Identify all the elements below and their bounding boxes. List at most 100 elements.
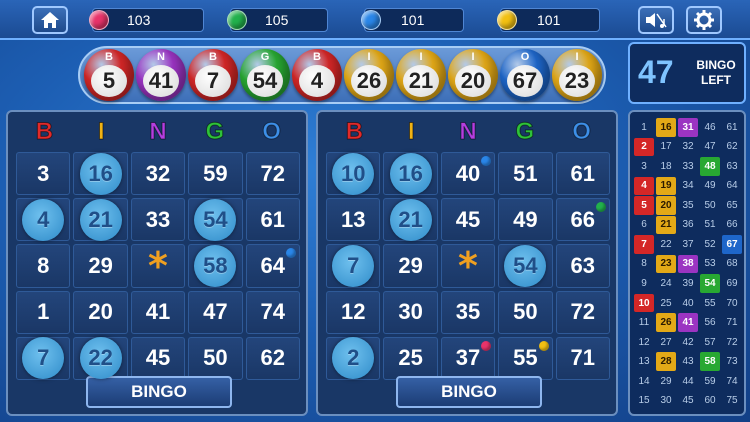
called-numbers-grid: 1 16 31 46 61 2 17 32 47 62 3 18 33 48 63 4 19 34 49 64 5 20 3… <box>634 118 742 410</box>
gem-bonus-icon <box>286 248 296 259</box>
column-letter-i: I <box>407 118 415 146</box>
bingo-button[interactable]: BINGO <box>86 376 232 408</box>
card-cell[interactable]: 50 <box>188 336 243 380</box>
home-button[interactable] <box>32 6 68 34</box>
card-cell[interactable]: 35 <box>440 290 496 334</box>
card-cell[interactable]: 20 <box>73 290 128 334</box>
card-cell[interactable]: 63 <box>555 244 610 288</box>
gem-bonus-icon <box>481 156 492 166</box>
free-space-cell[interactable]: * <box>130 244 186 288</box>
board-number: 59 <box>704 375 716 387</box>
board-number: 23 <box>656 254 676 274</box>
green-gem-counter: 105 <box>227 8 328 32</box>
card-cell[interactable]: 72 <box>245 152 300 196</box>
card-cell[interactable]: 66 <box>555 198 610 242</box>
card-cell[interactable]: 21 <box>383 198 438 242</box>
card-cell[interactable]: 32 <box>130 152 186 196</box>
card-cell[interactable]: 55 <box>498 336 553 380</box>
card-cell[interactable]: 22 <box>73 336 128 380</box>
called-ball: B4 <box>292 49 342 101</box>
board-number: 2 <box>634 137 654 157</box>
board-number: 19 <box>656 176 676 196</box>
card-cell[interactable]: 13 <box>326 198 381 242</box>
cell-number: 59 <box>203 160 228 186</box>
cell-number: 12 <box>340 299 366 325</box>
free-space-cell[interactable]: * <box>440 243 496 288</box>
card-cell[interactable]: 1 <box>16 290 71 334</box>
cell-number: 7 <box>347 252 360 278</box>
board-number: 33 <box>682 160 694 172</box>
settings-button[interactable] <box>686 6 722 34</box>
card-cell[interactable]: 7 <box>16 336 71 380</box>
cell-number: 47 <box>203 299 228 325</box>
card-cell[interactable]: 29 <box>73 244 128 288</box>
board-number: 64 <box>726 180 738 192</box>
card-cell[interactable]: 10 <box>326 152 381 196</box>
board-number: 29 <box>660 375 672 387</box>
card-cell[interactable]: 2 <box>326 336 381 380</box>
card-cell[interactable]: 4 <box>16 198 71 242</box>
card-cell[interactable]: 47 <box>188 290 243 334</box>
card-cell[interactable]: 21 <box>73 198 128 242</box>
card-cell[interactable]: 7 <box>326 244 381 288</box>
board-number: 63 <box>726 160 738 172</box>
card-cell[interactable]: 16 <box>383 152 438 196</box>
card-cell[interactable]: 8 <box>16 244 71 288</box>
card-cell[interactable]: 45 <box>130 336 186 380</box>
board-number: 35 <box>682 199 694 211</box>
card-cell[interactable]: 59 <box>188 152 243 196</box>
board-number: 10 <box>634 293 654 313</box>
card-cell[interactable]: 61 <box>555 152 610 196</box>
called-ball-letter: B <box>313 51 321 63</box>
card-cell[interactable]: 16 <box>73 152 128 196</box>
board-number: 20 <box>656 196 676 215</box>
bingo-left-count: 47 <box>638 54 674 90</box>
called-ball: O 67 <box>500 49 550 101</box>
called-ball-number: 54 <box>247 65 283 97</box>
card-cell[interactable]: 33 <box>130 198 186 242</box>
top-bar: 103 105 101 101 <box>0 0 750 40</box>
card-cell[interactable]: 41 <box>130 290 186 334</box>
cell-number: 30 <box>398 299 423 325</box>
card-cell[interactable]: 49 <box>498 198 553 242</box>
card-cell[interactable]: 45 <box>440 198 496 242</box>
called-ball-number: 5 <box>91 65 127 97</box>
blue-gem-counter: 101 <box>361 8 464 32</box>
card-cell[interactable]: 71 <box>555 336 610 380</box>
board-number: 50 <box>704 199 716 211</box>
card-cell[interactable]: 54 <box>498 244 553 288</box>
called-ball: I 26 <box>344 49 394 101</box>
free-star-icon: * <box>458 243 478 288</box>
card-cell[interactable]: 37 <box>440 336 496 380</box>
card-cell[interactable]: 51 <box>498 152 553 196</box>
bingo-button[interactable]: BINGO <box>396 376 542 408</box>
card-cell[interactable]: 74 <box>245 290 300 334</box>
card-cell[interactable]: 62 <box>245 336 300 380</box>
card-grid: 3 16 32 59 72 4 21 33 54 61 8 29 * 58 64 1 20 41 47 74 7 22 45… <box>16 152 300 380</box>
board-number: 46 <box>704 121 716 133</box>
yellow-gem-count: 101 <box>537 12 561 28</box>
bingo-card-1: BINGO 3 16 32 59 72 4 21 33 54 61 8 29 * 58 64 1 20 41 47 7… <box>6 110 308 416</box>
board-number: 4 <box>634 176 654 196</box>
card-cell[interactable]: 64 <box>245 244 300 288</box>
board-number: 36 <box>682 219 694 231</box>
card-cell[interactable]: 25 <box>383 336 438 380</box>
card-cell[interactable]: 3 <box>16 152 71 196</box>
card-cell[interactable]: 40 <box>440 152 496 196</box>
board-number: 48 <box>700 157 720 176</box>
card-cell[interactable]: 58 <box>188 244 243 288</box>
card-cell[interactable]: 30 <box>383 290 438 334</box>
column-letter-g: G <box>205 118 225 146</box>
board-number: 65 <box>726 199 738 211</box>
board-number: 43 <box>682 356 694 368</box>
sound-button[interactable] <box>638 6 674 34</box>
yellow-gem-icon <box>497 10 517 30</box>
card-cell[interactable]: 12 <box>326 290 381 334</box>
card-cell[interactable]: 29 <box>383 244 438 288</box>
card-cell[interactable]: 72 <box>555 290 610 334</box>
card-cell[interactable]: 54 <box>188 198 243 242</box>
card-cell[interactable]: 61 <box>245 198 300 242</box>
board-number: 31 <box>678 118 698 137</box>
board-number: 22 <box>660 238 672 250</box>
card-cell[interactable]: 50 <box>498 290 553 334</box>
